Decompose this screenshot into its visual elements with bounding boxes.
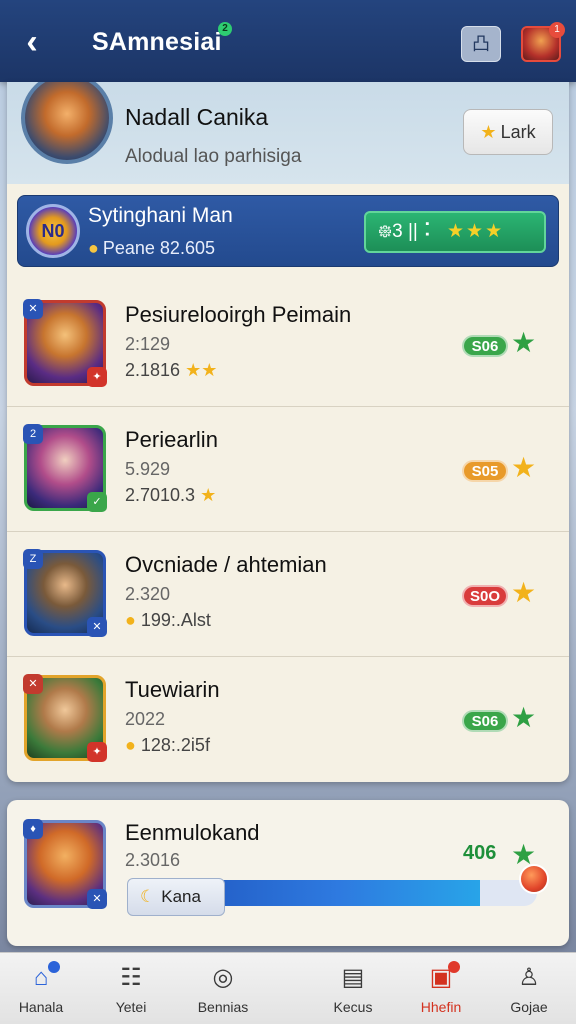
star-icon: ★ bbox=[511, 577, 537, 608]
player-score-line: 2.1816 ★★ bbox=[125, 360, 217, 381]
list-item[interactable]: 2 ✓ Periearlin 5.929 2.7010.3 ★ S05 ★ bbox=[7, 407, 569, 532]
profile-avatar-button[interactable]: 1 bbox=[521, 22, 565, 62]
pill-text: ᪥3 || ⠅ bbox=[378, 221, 438, 242]
bottom-nav: ⌂ Hanala ☷ Yetei ◎ Bennias ▤ Kecus ▣ Hhe… bbox=[0, 952, 576, 1024]
player-stat: 5.929 bbox=[125, 459, 171, 479]
banana-icon: ☾ bbox=[140, 887, 156, 906]
score-pill: S0O bbox=[462, 585, 508, 607]
share-button[interactable]: 凸 bbox=[461, 26, 501, 62]
player-name: Ovcniade / ahtemian bbox=[125, 552, 327, 577]
highlight-subtitle-text: Peane 82.605 bbox=[102, 238, 215, 258]
share-icon: 凸 bbox=[472, 34, 490, 54]
notification-dot bbox=[48, 961, 60, 973]
nav-label: Bennias bbox=[197, 999, 249, 1015]
score-pill: S05 bbox=[462, 460, 508, 482]
card-score: 406 bbox=[463, 842, 497, 864]
emblem-text: N0 bbox=[41, 221, 65, 241]
player-list: ✕ ✦ Pesiurelooirgh Peimain 2:129 2.1816 ★… bbox=[7, 282, 569, 782]
player-name: Eenmulokand bbox=[125, 820, 260, 845]
avatar: ✕ ✦ bbox=[23, 674, 107, 762]
player-score: 2.1816 bbox=[125, 360, 181, 380]
score-pill: S06 bbox=[462, 335, 508, 357]
avatar: ♦ ✕ bbox=[23, 819, 107, 909]
list-item[interactable]: ✕ ✦ Tuewiarin 2022 ● 128:.2i5f S06 ★ bbox=[7, 657, 569, 782]
player-score: 199:.Alst bbox=[140, 610, 211, 630]
player-score-line: ● 128:.2i5f bbox=[125, 735, 210, 756]
class-badge-icon: ✓ bbox=[87, 492, 107, 512]
profile-name: Nadall Canika bbox=[125, 104, 269, 130]
rank-button-label: Lark bbox=[500, 122, 536, 142]
class-badge-icon: ✦ bbox=[87, 367, 107, 387]
coin-icon: ● bbox=[125, 610, 136, 630]
progress-label-button[interactable]: ☾ Kana bbox=[127, 878, 225, 916]
avatar: ✕ ✦ bbox=[23, 299, 107, 387]
list-item[interactable]: Z ✕ Ovcniade / ahtemian 2.320 ● 199:.Alst… bbox=[7, 532, 569, 657]
class-badge-icon: ✕ bbox=[87, 889, 107, 909]
leaderboard-panel: Nadall Canika Alodual lao parhisiga ★ Lar… bbox=[7, 82, 569, 782]
player-name: Periearlin bbox=[125, 427, 218, 452]
star-icon: ★ bbox=[511, 452, 537, 483]
rank-button[interactable]: ★ Lark bbox=[463, 109, 553, 155]
person-icon: ♙ bbox=[518, 964, 540, 991]
player-stat: 2.3016 bbox=[125, 850, 181, 870]
notification-dot bbox=[448, 961, 460, 973]
level-badge-icon: 2 bbox=[23, 424, 43, 444]
level-badge-icon: ♦ bbox=[23, 819, 43, 839]
player-stat: 2.320 bbox=[125, 584, 171, 604]
highlight-entry[interactable]: N0 Sytinghani Man ● Peane 82.605 ᪥3 || ⠅ ★… bbox=[17, 195, 559, 267]
star-icon: ★ bbox=[511, 327, 537, 358]
chat-icon: ▤ bbox=[341, 964, 365, 991]
grid-icon: ☷ bbox=[120, 964, 142, 991]
player-name: Tuewiarin bbox=[125, 677, 220, 702]
progress-label: Kana bbox=[161, 887, 201, 906]
coin-icon: ● bbox=[88, 238, 99, 258]
progress-handle[interactable] bbox=[519, 864, 549, 894]
highlight-reward-pill[interactable]: ᪥3 || ⠅ ★★★ bbox=[364, 211, 546, 253]
player-name: Pesiurelooirgh Peimain bbox=[125, 302, 352, 327]
star-icon: ★ bbox=[511, 702, 537, 733]
guild-emblem-icon: N0 bbox=[26, 204, 80, 258]
search-profile-icon: ◎ bbox=[212, 964, 234, 991]
nav-item-bennias[interactable]: ◎ Bennias bbox=[168, 953, 278, 1024]
coin-icon: ● bbox=[125, 735, 136, 755]
score-pill: S06 bbox=[462, 710, 508, 732]
current-player-card[interactable]: ♦ ✕ Eenmulokand 2.3016 406 ★ ☾ Kana bbox=[7, 800, 569, 946]
player-score-line: ● 199:.Alst bbox=[125, 610, 211, 631]
title-badge: 2 bbox=[218, 22, 232, 36]
highlight-subtitle: ● Peane 82.605 bbox=[88, 238, 215, 259]
player-score: 128:.2i5f bbox=[140, 735, 210, 755]
avatar: 2 ✓ bbox=[23, 424, 107, 512]
star-icon: ★★★ bbox=[447, 221, 505, 242]
profile-section: Nadall Canika Alodual lao parhisiga ★ Lar… bbox=[7, 82, 569, 184]
avatar[interactable] bbox=[21, 82, 113, 164]
nav-item-gojae[interactable]: ♙ Gojae bbox=[474, 953, 576, 1024]
class-badge-icon: ✦ bbox=[87, 742, 107, 762]
page-title: SAmnesiai bbox=[92, 28, 222, 56]
star-icon: ★★ bbox=[185, 360, 218, 380]
star-icon: ★ bbox=[200, 485, 217, 505]
chevron-left-icon[interactable]: ‹ bbox=[14, 24, 50, 60]
highlight-name: Sytinghani Man bbox=[88, 204, 233, 227]
player-score: 2.7010.3 bbox=[125, 485, 196, 505]
player-stat: 2:129 bbox=[125, 334, 171, 354]
class-badge-icon: ✕ bbox=[87, 617, 107, 637]
star-icon: ★ bbox=[480, 122, 497, 142]
notification-badge: 1 bbox=[549, 22, 565, 38]
level-badge-icon: ✕ bbox=[23, 674, 43, 694]
level-badge-icon: Z bbox=[23, 549, 43, 569]
avatar: Z ✕ bbox=[23, 549, 107, 637]
nav-label: Gojae bbox=[510, 999, 548, 1015]
level-badge-icon: ✕ bbox=[23, 299, 43, 319]
app-header: ‹ SAmnesiai 2 凸 1 bbox=[0, 0, 576, 82]
player-score-line: 2.7010.3 ★ bbox=[125, 485, 216, 506]
list-item[interactable]: ✕ ✦ Pesiurelooirgh Peimain 2:129 2.1816 ★… bbox=[7, 282, 569, 407]
profile-subtitle: Alodual lao parhisiga bbox=[125, 146, 302, 167]
player-stat: 2022 bbox=[125, 709, 166, 729]
